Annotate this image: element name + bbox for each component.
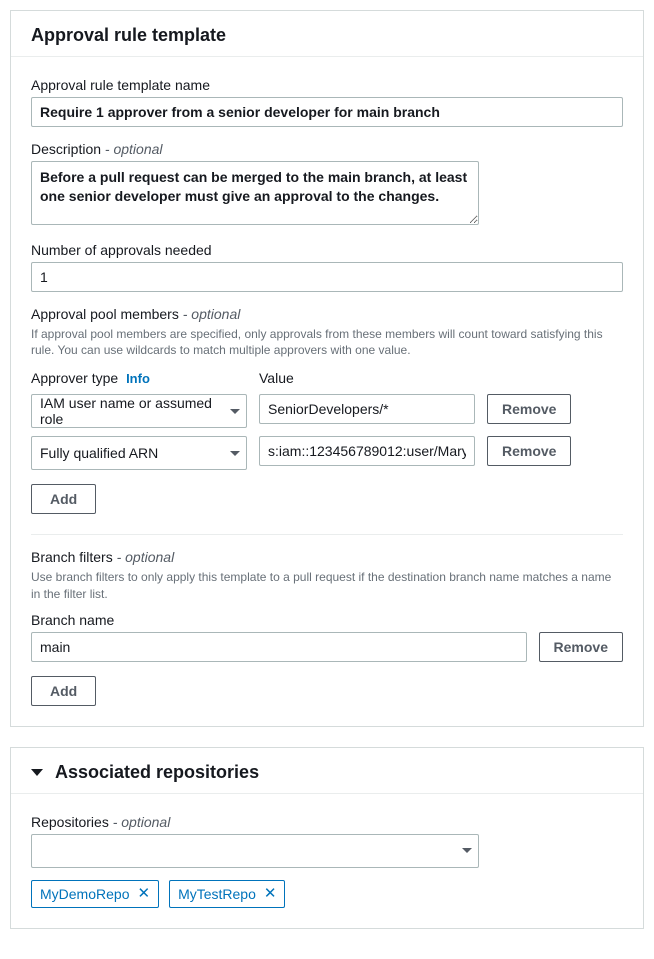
repositories-group: Repositories - optional MyDemoRepo ✕ MyT… [31,814,623,908]
pool-group: Approval pool members - optional If appr… [31,306,623,514]
template-name-group: Approval rule template name [31,77,623,127]
description-textarea[interactable]: Before a pull request can be merged to t… [31,161,479,225]
remove-button[interactable]: Remove [487,394,571,424]
branch-filter-label: Branch filters - optional [31,549,623,565]
panel-title: Approval rule template [11,11,643,56]
repositories-select[interactable] [31,834,479,868]
pool-rows: IAM user name or assumed role Remove [31,394,623,470]
approvals-input[interactable] [31,262,623,292]
repo-tags: MyDemoRepo ✕ MyTestRepo ✕ [31,880,623,908]
disclosure-triangle-icon[interactable] [31,769,43,776]
description-label: Description - optional [31,141,623,157]
remove-button[interactable]: Remove [487,436,571,466]
panel-title-text: Approval rule template [31,25,226,46]
panel-title-text: Associated repositories [55,762,259,783]
repositories-label-text: Repositories [31,814,109,830]
branch-name-label: Branch name [31,612,623,628]
repo-tag-label: MyDemoRepo [40,886,129,902]
pool-label: Approval pool members - optional [31,306,623,322]
approvals-label: Number of approvals needed [31,242,623,258]
pool-header-row: Approver type Info Value [31,370,623,390]
close-icon[interactable]: ✕ [264,886,277,901]
pool-row: IAM user name or assumed role Remove [31,394,623,428]
optional-text: - optional [105,141,163,157]
approver-type-label: Approver type Info [31,370,247,386]
pool-row: Fully qualified ARN Remove [31,436,623,470]
repositories-label: Repositories - optional [31,814,623,830]
branch-row: Remove [31,632,623,662]
pool-label-text: Approval pool members [31,306,179,322]
optional-text: - optional [117,549,175,565]
pool-value-input[interactable] [259,394,475,424]
approval-rule-template-panel: Approval rule template Approval rule tem… [10,10,644,727]
repo-tag: MyTestRepo ✕ [169,880,285,908]
panel-body: Approval rule template name Description … [11,56,643,726]
optional-text: - optional [183,306,241,322]
panel-body: Repositories - optional MyDemoRepo ✕ MyT… [11,793,643,928]
branch-filter-group: Branch filters - optional Use branch fil… [31,549,623,705]
description-group: Description - optional Before a pull req… [31,141,623,228]
panel-title: Associated repositories [11,748,643,793]
pool-hint: If approval pool members are specified, … [31,326,623,358]
divider [31,534,623,535]
pool-value-input[interactable] [259,436,475,466]
repo-tag-label: MyTestRepo [178,886,256,902]
approver-type-select[interactable]: Fully qualified ARN [31,436,247,470]
info-link[interactable]: Info [126,371,150,386]
add-button[interactable]: Add [31,676,96,706]
select-value: IAM user name or assumed role [40,395,224,427]
optional-text: - optional [113,814,171,830]
value-label: Value [259,370,475,386]
remove-button[interactable]: Remove [539,632,623,662]
chevron-down-icon [462,848,472,853]
chevron-down-icon [230,451,240,456]
add-button[interactable]: Add [31,484,96,514]
description-label-text: Description [31,141,101,157]
select-value: Fully qualified ARN [40,445,158,461]
approvals-group: Number of approvals needed [31,242,623,292]
close-icon[interactable]: ✕ [137,886,150,901]
repo-tag: MyDemoRepo ✕ [31,880,159,908]
template-name-input[interactable] [31,97,623,127]
branch-name-input[interactable] [31,632,527,662]
chevron-down-icon [230,409,240,414]
branch-filter-label-text: Branch filters [31,549,113,565]
approver-type-select[interactable]: IAM user name or assumed role [31,394,247,428]
associated-repositories-panel: Associated repositories Repositories - o… [10,747,644,929]
template-name-label: Approval rule template name [31,77,623,93]
branch-hint: Use branch filters to only apply this te… [31,569,623,601]
approver-type-label-text: Approver type [31,370,118,386]
